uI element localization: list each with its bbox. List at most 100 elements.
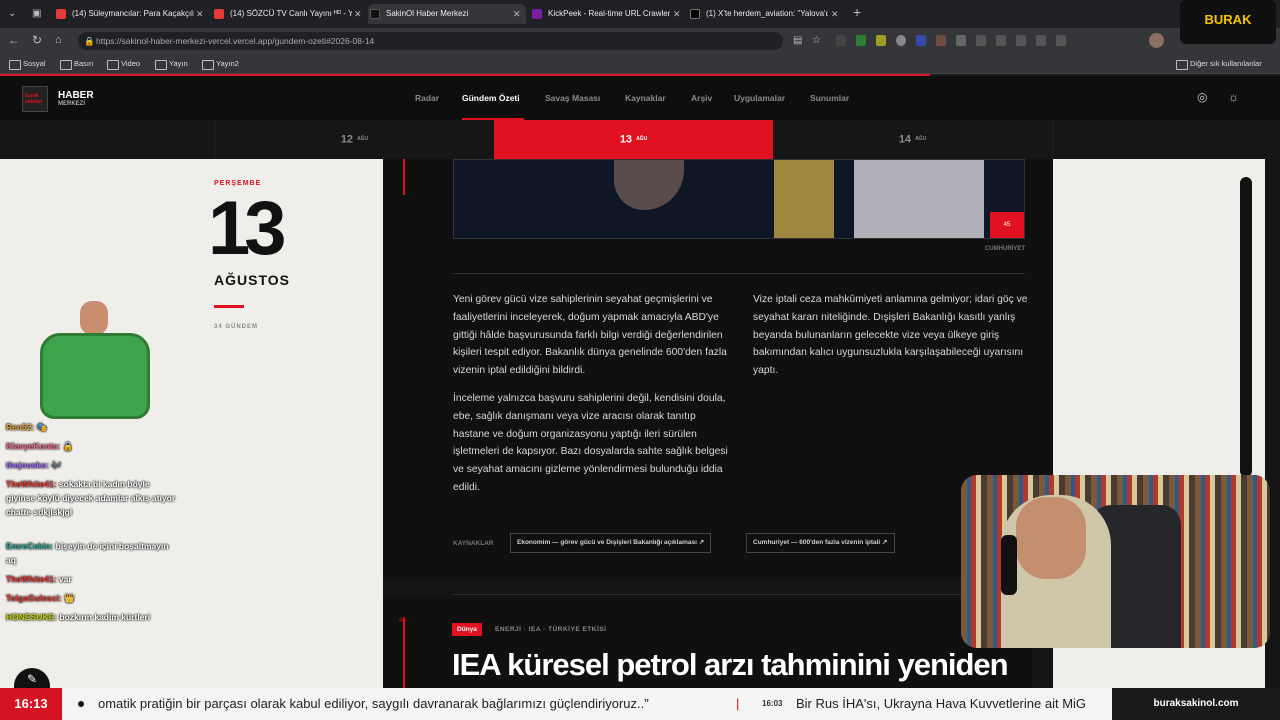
article-headline[interactable]: IEA küresel petrol arzı tahminini yenide…	[452, 647, 1009, 683]
chat-message: thejousko: 🎶	[6, 458, 176, 472]
extension-icon[interactable]	[996, 35, 1006, 46]
nav-gundem-ozeti[interactable]: Gündem Özeti	[462, 93, 520, 103]
article-paragraph: İnceleme yalnızca başvuru sahiplerini de…	[453, 393, 728, 493]
bookmark-folder[interactable]: Sosyal	[9, 58, 46, 70]
article-red-rule	[403, 618, 405, 688]
reload-icon[interactable]: ↻	[32, 34, 42, 46]
url-field[interactable]: 🔒 https://sakinol-haber-merkezi-vercel.ve…	[78, 32, 783, 50]
date-month: AĞU	[915, 136, 927, 142]
stream-name: BURAK	[1204, 12, 1252, 27]
date-day: 14	[898, 133, 912, 146]
chat-message: TheWhite41: var	[6, 572, 176, 586]
streamer-mascot	[30, 301, 152, 421]
favorite-star-icon[interactable]: ☆	[812, 35, 821, 47]
home-icon[interactable]: ⌂	[55, 34, 62, 46]
sources-divider	[453, 594, 1025, 595]
site-header: burak sakinol HABER MERKEZİ Radar Gündem…	[0, 76, 1280, 120]
close-icon[interactable]: ✕	[673, 4, 681, 24]
close-icon[interactable]: ✕	[354, 4, 362, 24]
other-bookmarks[interactable]: Diğer sık kullanılanlar	[1176, 58, 1262, 70]
chat-text: bozkırın kadim kürtleri	[59, 612, 151, 622]
nav-kaynaklar[interactable]: Kaynaklar	[625, 93, 666, 103]
extension-icon[interactable]	[876, 35, 886, 46]
bookmark-folder[interactable]: Yayın2	[202, 58, 239, 70]
extension-icon[interactable]	[916, 35, 926, 46]
nav-arsiv[interactable]: Arşiv	[691, 93, 712, 103]
tab-5[interactable]: (1) X'te herdem_aviation: "Yalova'd	[688, 4, 828, 24]
category-badge[interactable]: Dünya	[452, 623, 482, 636]
source-link[interactable]: Ekonomim — görev gücü ve Dışişleri Bakan…	[510, 533, 712, 553]
close-icon[interactable]: ✕	[196, 4, 204, 24]
extension-icon[interactable]	[856, 35, 866, 46]
url-text: https://sakinol-haber-merkezi-vercel.ver…	[96, 36, 375, 46]
bookmark-folder[interactable]: Video	[107, 58, 140, 70]
image-credit: CUMHURİYET	[985, 246, 1025, 252]
site-logo[interactable]: burak sakinol HABER MERKEZİ	[22, 86, 112, 112]
workspaces-icon[interactable]: ▣	[32, 8, 41, 20]
extension-icons[interactable]	[836, 35, 1066, 47]
date-current[interactable]: 13 AĞU	[494, 120, 773, 159]
chat-message: EmreCekin: bişeyin de içini boşaltmayın …	[6, 539, 176, 567]
nav-savas-masasi[interactable]: Savaş Masası	[545, 93, 600, 103]
reader-icon[interactable]: ▤	[793, 35, 802, 47]
website: burak sakinol HABER MERKEZİ Radar Gündem…	[0, 0, 1280, 688]
theme-toggle-icon[interactable]: ☼	[1228, 91, 1239, 103]
article-card: 45 CUMHURİYET Yeni görev gücü vize sahip…	[383, 159, 1053, 595]
tab-4[interactable]: KickPeek - Real-time URL Crawler	[530, 4, 670, 24]
extension-icon[interactable]	[896, 35, 906, 46]
close-icon[interactable]: ✕	[831, 4, 839, 24]
tab-1[interactable]: (14) Süleymancılar: Para Kaçakçılığ	[54, 4, 194, 24]
extension-icon[interactable]	[1036, 35, 1046, 46]
extension-icon[interactable]	[956, 35, 966, 46]
ticker-brand: buraksakinol.com	[1112, 688, 1280, 720]
chat-user: KlavyeKonta:	[6, 441, 61, 451]
date-day: 13	[619, 133, 633, 146]
nav-radar[interactable]: Radar	[415, 93, 439, 103]
chat-text: 👑	[63, 593, 75, 603]
ticker-text: Bir Rus İHA'sı, Ukrayna Hava Kuvvetlerin…	[796, 696, 1087, 711]
bookmark-folder[interactable]: Yayın	[155, 58, 188, 70]
mascot-head	[80, 301, 108, 335]
tab-3-active[interactable]: SakinOl Haber Merkezi	[368, 4, 526, 24]
tab-label: (14) Süleymancılar: Para Kaçakçılığ	[72, 9, 194, 18]
image-tie	[774, 160, 834, 238]
logo-text: HABER	[58, 90, 94, 101]
extension-icon[interactable]	[1056, 35, 1066, 46]
date-next[interactable]: 14 AĞU	[773, 120, 1053, 159]
site-favicon-icon	[370, 9, 380, 19]
chat-message: Ren52: 🎭	[6, 420, 176, 434]
back-icon[interactable]: ←	[8, 34, 20, 46]
mascot-body	[40, 333, 150, 419]
nav-uygulamalar[interactable]: Uygulamalar	[734, 93, 785, 103]
stream-name-badge: BURAK	[1180, 0, 1276, 44]
source-link[interactable]: Cumhuriyet — 600'den fazla vizenin iptal…	[746, 533, 895, 553]
chat-message: KlavyeKonta: 🔒	[6, 439, 176, 453]
sources-label: KAYNAKLAR	[453, 540, 494, 547]
profile-avatar[interactable]	[1149, 33, 1164, 48]
tab-2[interactable]: (14) SÖZCÜ TV Canlı Yayını ᴴᴰ - Yo	[212, 4, 352, 24]
extension-icon[interactable]	[836, 35, 846, 46]
new-tab-icon[interactable]: +	[853, 5, 861, 19]
chat-user: TolgaGulesci:	[6, 593, 62, 603]
nav-sunumlar[interactable]: Sunumlar	[810, 93, 849, 103]
extension-icon[interactable]	[1016, 35, 1026, 46]
tab-bar: ⌄ ▣ (14) Süleymancılar: Para Kaçakçılığ …	[0, 0, 1280, 28]
tab-list-icon[interactable]: ⌄	[8, 8, 16, 20]
scroll-timeline[interactable]	[1240, 177, 1252, 477]
extension-icon[interactable]	[976, 35, 986, 46]
article-red-rule	[403, 159, 405, 195]
target-icon[interactable]: ◎	[1197, 91, 1207, 103]
news-ticker: 16:13 omatik pratiğin bir parçası olarak…	[0, 688, 1280, 720]
chat-user: EmreCekin:	[6, 541, 54, 551]
article-paragraph: Vize iptali ceza mahkûmiyeti anlamına ge…	[753, 294, 1028, 377]
bookmark-folder[interactable]: Basın	[60, 58, 93, 70]
topic-count: 34 GÜNDEM	[214, 324, 259, 330]
next-article-card[interactable]: 45 Dünya ENERJİ · IEA · TÜRKİYE ETKİSİ I…	[383, 598, 1033, 688]
extension-icon[interactable]	[936, 35, 946, 46]
image-badge: 45	[990, 212, 1024, 238]
red-divider	[214, 305, 244, 308]
date-prev[interactable]: 12 AĞU	[214, 120, 494, 159]
close-icon[interactable]: ✕	[513, 4, 521, 24]
logo-mark: burak sakinol	[22, 86, 48, 112]
month-name: AĞUSTOS	[214, 272, 290, 288]
